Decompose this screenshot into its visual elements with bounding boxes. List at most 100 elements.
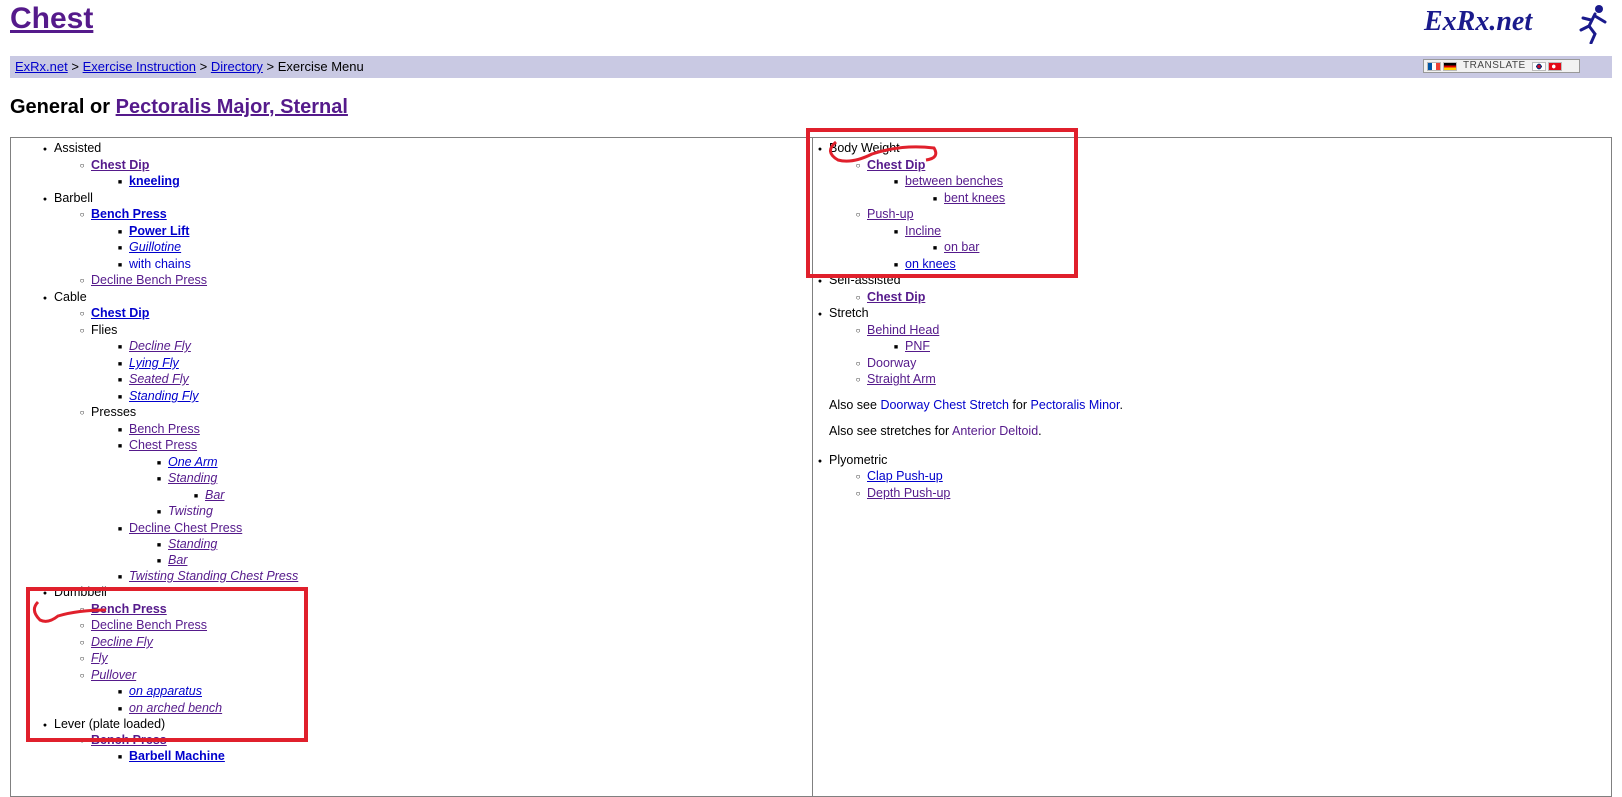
exercise-link[interactable]: Standing	[168, 471, 217, 485]
exercise-link[interactable]: One Arm	[168, 455, 218, 469]
exercise-link[interactable]: Seated Fly	[129, 372, 189, 386]
list-item[interactable]: bent knees	[944, 190, 1005, 207]
exercise-link[interactable]: Depth Push-up	[867, 486, 950, 500]
exercise-link[interactable]: Decline Bench Press	[91, 618, 207, 632]
list-item[interactable]: Bench Press	[91, 732, 167, 749]
breadcrumb-link-directory[interactable]: Directory	[211, 59, 263, 74]
flag-france-icon[interactable]	[1427, 61, 1441, 71]
breadcrumb-link-exercise-instruction[interactable]: Exercise Instruction	[83, 59, 196, 74]
exercise-link[interactable]: Bar	[205, 488, 224, 502]
exercise-link[interactable]: Twisting Standing Chest Press	[129, 569, 298, 583]
exercise-link[interactable]: Standing Fly	[129, 389, 198, 403]
list-item[interactable]: Pullover	[91, 667, 136, 684]
doorway-chest-stretch-link[interactable]: Doorway Chest Stretch	[880, 398, 1009, 412]
list-item[interactable]: on arched bench	[129, 700, 222, 717]
exercise-link[interactable]: PNF	[905, 339, 930, 353]
exercise-link[interactable]: on arched bench	[129, 701, 222, 715]
list-item[interactable]: on bar	[944, 239, 979, 256]
exercise-link[interactable]: Decline Bench Press	[91, 273, 207, 287]
list-item[interactable]: with chains	[129, 256, 191, 273]
list-item[interactable]: One Arm	[168, 454, 218, 471]
translate-widget[interactable]: TRANSLATE	[1423, 59, 1580, 73]
exercise-link[interactable]: Barbell Machine	[129, 749, 225, 763]
exercise-link[interactable]: Bench Press	[91, 733, 167, 747]
list-item[interactable]: Clap Push-up	[867, 468, 943, 485]
flag-turkey-icon[interactable]	[1547, 61, 1562, 71]
page-title[interactable]: Chest	[10, 2, 93, 36]
list-item[interactable]: Twisting Standing Chest Press	[129, 568, 298, 585]
list-item[interactable]: Push-up	[867, 206, 914, 223]
list-item[interactable]: Decline Chest Press	[129, 520, 242, 537]
exercise-link[interactable]: Decline Chest Press	[129, 521, 242, 535]
exercise-link[interactable]: Pullover	[91, 668, 136, 682]
exercise-link[interactable]: Clap Push-up	[867, 469, 943, 483]
list-item[interactable]: Chest Dip	[91, 305, 149, 322]
list-item[interactable]: Bench Press	[91, 206, 167, 223]
exercise-link[interactable]: Doorway	[867, 356, 916, 370]
list-item[interactable]: Doorway	[867, 355, 916, 372]
list-item[interactable]: Decline Fly	[91, 634, 153, 651]
exercise-link[interactable]: Twisting	[168, 504, 213, 518]
exercise-link[interactable]: Chest Press	[129, 438, 197, 452]
list-item[interactable]: Chest Dip	[867, 157, 925, 174]
list-item[interactable]: Power Lift	[129, 223, 189, 240]
anterior-deltoid-link[interactable]: Anterior Deltoid	[952, 424, 1038, 438]
exercise-link[interactable]: Incline	[905, 224, 941, 238]
breadcrumb-link-home[interactable]: ExRx.net	[15, 59, 68, 74]
exercise-link[interactable]: Push-up	[867, 207, 914, 221]
list-item[interactable]: Standing Fly	[129, 388, 198, 405]
exercise-link[interactable]: Chest Dip	[867, 290, 925, 304]
list-item[interactable]: Bar	[205, 487, 224, 504]
list-item[interactable]: Bench Press	[129, 421, 200, 438]
list-item[interactable]: Lying Fly	[129, 355, 179, 372]
exercise-link[interactable]: on knees	[905, 257, 956, 271]
list-item[interactable]: on apparatus	[129, 683, 202, 700]
list-item[interactable]: Incline	[905, 223, 941, 240]
list-item[interactable]: Fly	[91, 650, 108, 667]
list-item[interactable]: kneeling	[129, 173, 180, 190]
exercise-link[interactable]: Decline Fly	[91, 635, 153, 649]
exercise-link[interactable]: Chest Dip	[91, 158, 149, 172]
list-item[interactable]: Behind Head	[867, 322, 939, 339]
translate-label[interactable]: TRANSLATE	[1463, 59, 1526, 73]
list-item[interactable]: Decline Bench Press	[91, 272, 207, 289]
exercise-link[interactable]: Fly	[91, 651, 108, 665]
list-item[interactable]: Guillotine	[129, 239, 181, 256]
pectoralis-major-sternal-link[interactable]: Pectoralis Major, Sternal	[116, 96, 348, 118]
exercise-link[interactable]: Standing	[168, 537, 217, 551]
list-item[interactable]: Straight Arm	[867, 371, 936, 388]
exercise-link[interactable]: Chest Dip	[91, 306, 149, 320]
list-item[interactable]: Standing	[168, 470, 217, 487]
exercise-link[interactable]: Guillotine	[129, 240, 181, 254]
exercise-link[interactable]: kneeling	[129, 174, 180, 188]
exercise-link[interactable]: on bar	[944, 240, 979, 254]
list-item[interactable]: Twisting	[168, 503, 213, 520]
list-item[interactable]: Barbell Machine	[129, 748, 225, 765]
list-item[interactable]: Bar	[168, 552, 187, 569]
list-item[interactable]: Bench Press	[91, 601, 167, 618]
list-item[interactable]: Chest Press	[129, 437, 197, 454]
list-item[interactable]: PNF	[905, 338, 930, 355]
exercise-link[interactable]: Bench Press	[91, 602, 167, 616]
pectoralis-minor-link[interactable]: Pectoralis Minor	[1031, 398, 1120, 412]
exercise-link[interactable]: Bar	[168, 553, 187, 567]
exercise-link[interactable]: Bench Press	[129, 422, 200, 436]
list-item[interactable]: Decline Fly	[129, 338, 191, 355]
flag-germany-icon[interactable]	[1443, 61, 1457, 71]
exercise-link[interactable]: Behind Head	[867, 323, 939, 337]
list-item[interactable]: Depth Push-up	[867, 485, 950, 502]
exercise-link[interactable]: Lying Fly	[129, 356, 179, 370]
list-item[interactable]: on knees	[905, 256, 956, 273]
exercise-link[interactable]: between benches	[905, 174, 1003, 188]
list-item[interactable]: Decline Bench Press	[91, 617, 207, 634]
exercise-link[interactable]: bent knees	[944, 191, 1005, 205]
exercise-link[interactable]: Decline Fly	[129, 339, 191, 353]
exercise-link[interactable]: on apparatus	[129, 684, 202, 698]
exercise-link[interactable]: Bench Press	[91, 207, 167, 221]
list-item[interactable]: between benches	[905, 173, 1003, 190]
exercise-link[interactable]: Straight Arm	[867, 372, 936, 386]
list-item[interactable]: Seated Fly	[129, 371, 189, 388]
exercise-link[interactable]: with chains	[129, 257, 191, 271]
site-logo[interactable]: ExRx.net	[1424, 6, 1532, 38]
exercise-link[interactable]: Chest Dip	[867, 158, 925, 172]
